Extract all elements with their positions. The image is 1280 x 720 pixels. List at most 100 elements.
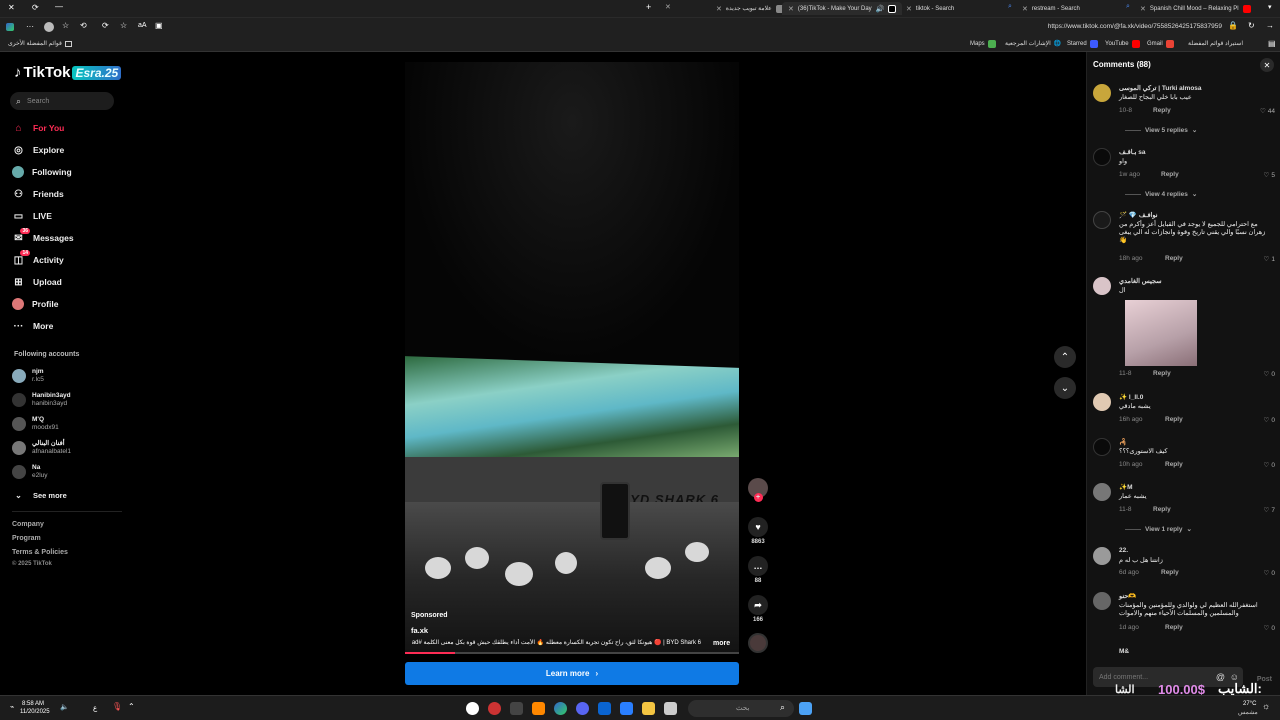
comment-user[interactable]: تركي الموسى | Turki almosa bbox=[1119, 84, 1202, 92]
footer-program[interactable]: Program bbox=[12, 535, 41, 542]
search-input[interactable]: ⌕ Search bbox=[10, 92, 114, 110]
store-icon[interactable] bbox=[620, 702, 633, 715]
avatar[interactable] bbox=[1093, 277, 1111, 295]
bookmark-starred[interactable]: Starred bbox=[1067, 40, 1098, 48]
nav-more[interactable]: ··· More bbox=[12, 319, 54, 333]
start-icon[interactable] bbox=[799, 702, 812, 715]
close-icon[interactable]: ✕ bbox=[788, 5, 794, 13]
reply-button[interactable]: Reply bbox=[1153, 370, 1171, 377]
refresh-icon[interactable]: ⟳ bbox=[102, 21, 109, 30]
tab-new[interactable]: ✕ علامة تبويب جديدة bbox=[710, 2, 790, 15]
nav-for-you[interactable]: ⌂ For You bbox=[12, 121, 64, 135]
extensions-icon[interactable]: ☆ bbox=[62, 21, 69, 30]
reply-button[interactable]: Reply bbox=[1161, 171, 1179, 178]
footer-company[interactable]: Company bbox=[12, 521, 44, 528]
reply-button[interactable]: Reply bbox=[1153, 107, 1171, 114]
tab-tiktok-search[interactable]: ✕ tiktok - Search bbox=[900, 2, 1010, 15]
profile-avatar[interactable] bbox=[44, 22, 54, 32]
close-icon[interactable]: ✕ bbox=[1022, 5, 1028, 13]
text-size-icon[interactable]: aA bbox=[138, 22, 147, 29]
nav-upload[interactable]: ⊞ Upload bbox=[12, 275, 62, 289]
avatar[interactable] bbox=[1093, 148, 1111, 166]
view-replies-button[interactable]: View 5 replies ⌄ bbox=[1125, 126, 1197, 135]
comment-like-button[interactable]: ♡ 0 bbox=[1264, 569, 1275, 578]
bookmark-other-folder[interactable]: قوائم المفضلة الأخرى bbox=[8, 40, 72, 47]
weather-temp[interactable]: 27°C bbox=[1243, 701, 1256, 707]
avatar[interactable] bbox=[1093, 483, 1111, 501]
caption-more-button[interactable]: more bbox=[713, 640, 730, 647]
account-item[interactable]: Na e2luy bbox=[12, 464, 48, 480]
comment-user[interactable]: 22. bbox=[1119, 547, 1128, 554]
avatar[interactable] bbox=[1093, 592, 1111, 610]
minimize-icon[interactable]: — bbox=[55, 2, 63, 11]
music-disc-action[interactable] bbox=[747, 633, 769, 653]
comment-like-button[interactable]: ♡ 1 bbox=[1264, 255, 1275, 264]
bookmark-gmail[interactable]: Gmail bbox=[1147, 40, 1174, 48]
xbox-icon[interactable] bbox=[510, 702, 523, 715]
comment-user[interactable]: M& bbox=[1119, 648, 1129, 655]
account-item[interactable]: njm r.lc5 bbox=[12, 368, 44, 384]
reply-button[interactable]: Reply bbox=[1165, 461, 1183, 468]
back-icon[interactable]: ↻ bbox=[1248, 21, 1255, 30]
learn-more-button[interactable]: Learn more › bbox=[405, 662, 739, 685]
media-player-icon[interactable] bbox=[466, 702, 479, 715]
comment-user[interactable]: ✨M bbox=[1119, 483, 1133, 491]
bookmark-import[interactable]: استيراد قوائم المفضلة bbox=[1188, 40, 1243, 47]
view-replies-button[interactable]: View 4 replies ⌄ bbox=[1125, 190, 1197, 199]
bookmarks-menu-icon[interactable]: ▤ bbox=[1268, 39, 1276, 48]
close-icon[interactable]: ✕ bbox=[906, 5, 912, 13]
comment-user[interactable]: ✨ l_ll.0 bbox=[1119, 393, 1143, 401]
share-action[interactable]: ➦ 166 bbox=[747, 595, 769, 623]
next-video-button[interactable]: ⌄ bbox=[1054, 377, 1076, 399]
avatar[interactable] bbox=[1093, 547, 1111, 565]
reply-button[interactable]: Reply bbox=[1153, 506, 1171, 513]
comment-like-button[interactable]: ♡ 0 bbox=[1264, 416, 1275, 425]
folder-icon[interactable] bbox=[642, 702, 655, 715]
reply-button[interactable]: Reply bbox=[1165, 416, 1183, 423]
nav-messages[interactable]: ✉ 36 Messages bbox=[12, 227, 74, 245]
chevron-up-icon[interactable]: ⌃ bbox=[128, 702, 135, 711]
like-action[interactable]: ♥ 8863 bbox=[747, 517, 769, 545]
reply-button[interactable]: Reply bbox=[1165, 255, 1183, 262]
avatar[interactable] bbox=[1093, 393, 1111, 411]
collections-icon[interactable]: ⟲ bbox=[80, 21, 87, 30]
previous-video-button[interactable]: ⌃ bbox=[1054, 346, 1076, 368]
comment-action[interactable]: … 88 bbox=[747, 556, 769, 584]
tab-spanish-chill[interactable]: ✕ Spanish Chill Mood – Relaxing Pl bbox=[1134, 2, 1264, 15]
outlook-icon[interactable] bbox=[598, 702, 611, 715]
bookmark-refs[interactable]: الإشارات المرجعية 🌐 bbox=[1005, 40, 1061, 47]
nav-friends[interactable]: ⚇ Friends bbox=[12, 187, 64, 201]
comment-like-button[interactable]: ♡ 7 bbox=[1264, 506, 1275, 515]
speaker-icon[interactable]: 🔊 bbox=[876, 5, 885, 13]
comment-user[interactable]: حنو🫶 bbox=[1119, 592, 1136, 600]
site-info-icon[interactable]: 🔒 bbox=[1228, 21, 1238, 30]
footer-terms[interactable]: Terms & Policies bbox=[12, 549, 68, 556]
nav-live[interactable]: ▭ LIVE bbox=[12, 209, 52, 223]
account-item[interactable]: أفنان البنالي afnanalbatel1 bbox=[12, 440, 71, 456]
tab-search-icon[interactable]: ▾ bbox=[1268, 3, 1272, 11]
volume-icon[interactable]: 🔈 bbox=[60, 703, 69, 711]
taskbar-search[interactable]: بحث ⌕ bbox=[688, 700, 794, 717]
comment-user[interactable]: 🦂 bbox=[1119, 438, 1127, 446]
avatar[interactable] bbox=[1093, 211, 1111, 229]
close-window-icon[interactable]: ✕ bbox=[8, 3, 15, 12]
edge-icon[interactable] bbox=[6, 23, 14, 31]
video-player[interactable]: BYD SHARK 6 Sponsored fa.xk BYD Shark 6 … bbox=[405, 62, 739, 654]
discord-icon[interactable] bbox=[576, 702, 589, 715]
terminal-icon[interactable] bbox=[664, 702, 677, 715]
video-progress[interactable] bbox=[405, 652, 739, 654]
menu-dots-icon[interactable]: ··· bbox=[26, 22, 34, 31]
comment-like-button[interactable]: ♡ 0 bbox=[1264, 370, 1275, 379]
nav-following[interactable]: Following bbox=[12, 165, 72, 179]
comment-like-button[interactable]: ♡ 44 bbox=[1260, 107, 1275, 116]
author-avatar-action[interactable]: + bbox=[747, 478, 769, 502]
edge-icon[interactable] bbox=[554, 702, 567, 715]
see-more-button[interactable]: ⌄ See more bbox=[12, 488, 67, 502]
new-tab-icon[interactable]: + bbox=[646, 2, 651, 12]
comment-like-button[interactable]: ♡ 5 bbox=[1264, 171, 1275, 180]
video-author[interactable]: fa.xk bbox=[411, 626, 428, 635]
follow-plus-icon[interactable]: + bbox=[753, 493, 763, 502]
network-icon[interactable]: ⌁ bbox=[10, 703, 14, 711]
close-icon[interactable]: ✕ bbox=[1140, 5, 1146, 13]
favorite-icon[interactable]: ☆ bbox=[120, 21, 127, 30]
